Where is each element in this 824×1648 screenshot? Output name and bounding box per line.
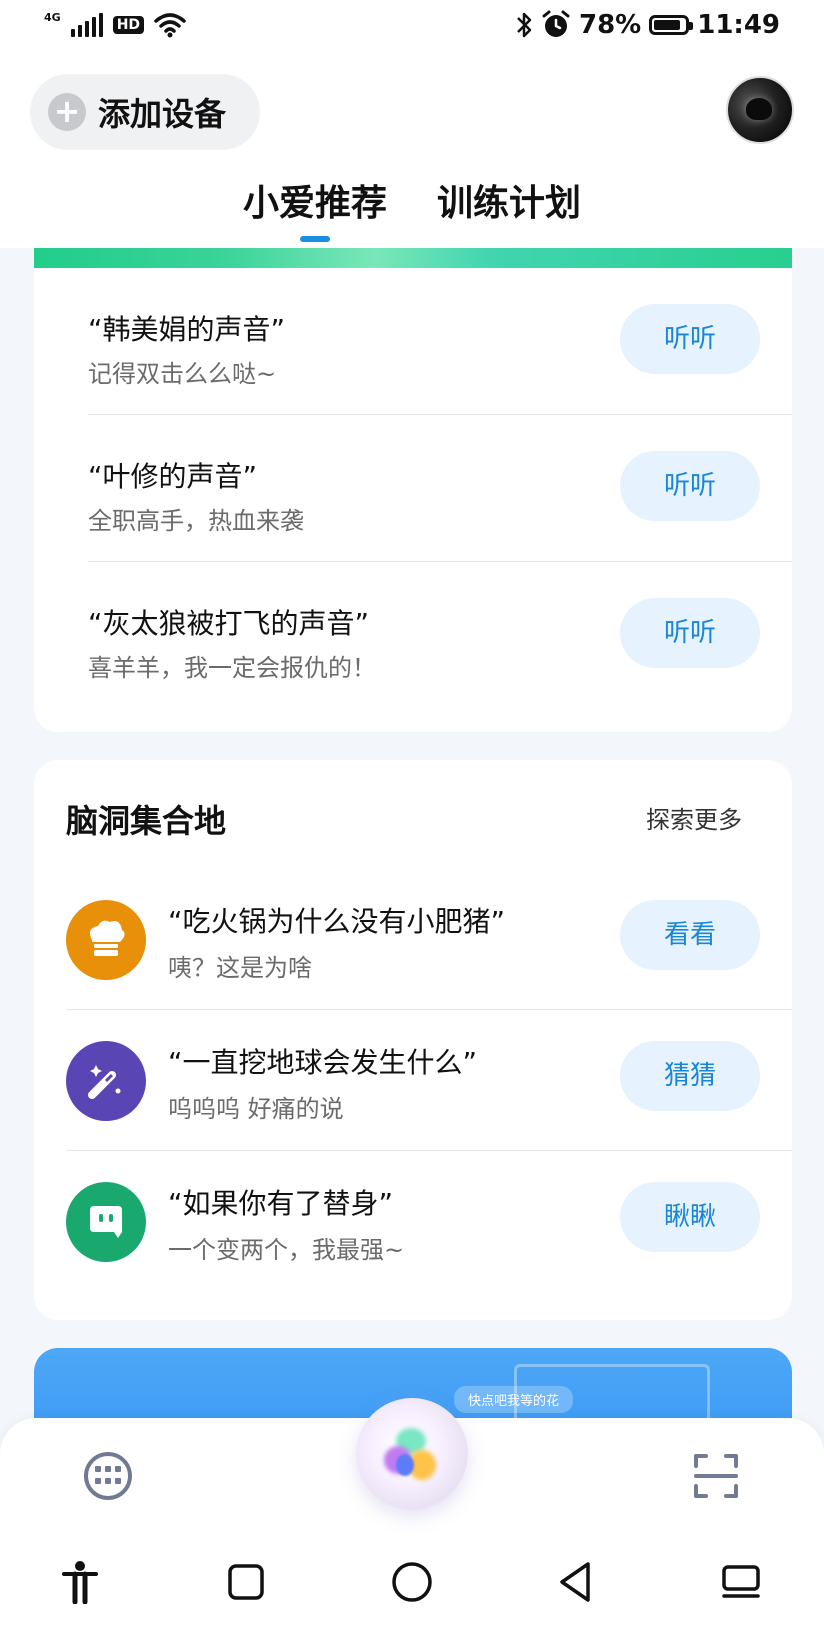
voice-subtitle: 记得双击么么哒~ <box>88 360 277 388</box>
status-bar: 4G HD 78% 11:49 <box>0 0 824 56</box>
scan-icon[interactable] <box>692 1452 740 1500</box>
magic-wand-icon <box>66 1041 146 1121</box>
keypad-icon[interactable] <box>84 1452 132 1500</box>
xiaoai-voice-button[interactable] <box>356 1398 468 1510</box>
wifi-icon <box>154 13 186 38</box>
section-title: 脑洞集合地 <box>66 802 227 840</box>
battery-percent: 78% <box>579 10 642 40</box>
home-icon[interactable] <box>390 1560 434 1604</box>
voice-title: “叶修的声音” <box>88 460 258 493</box>
item-title: “吃火锅为什么没有小肥猪” <box>168 905 506 938</box>
voice-subtitle: 喜羊羊，我一定会报仇的！ <box>88 654 376 682</box>
item-subtitle: 一个变两个，我最强~ <box>168 1236 405 1264</box>
chef-hat-icon <box>66 900 146 980</box>
voice-subtitle: 全职高手，热血来袭 <box>88 507 304 535</box>
tab-training-plan[interactable]: 训练计划 <box>437 174 581 242</box>
list-item: “一直挖地球会发生什么” 呜呜呜 好痛的说 猜猜 <box>34 1003 792 1151</box>
listen-button[interactable]: 听听 <box>620 598 760 668</box>
network-type: 4G <box>44 10 61 24</box>
signal-icon <box>70 13 103 37</box>
hd-badge: HD <box>112 16 145 34</box>
alarm-icon <box>542 10 570 37</box>
explore-more-link[interactable]: 探索更多 <box>646 800 742 835</box>
add-device-label: 添加设备 <box>98 95 227 133</box>
plus-icon: + <box>48 93 86 131</box>
list-item: “吃火锅为什么没有小肥猪” 咦？这是为啥 看看 <box>34 862 792 1010</box>
square-nav-icon[interactable] <box>226 1562 266 1602</box>
list-item: “灰太狼被打飞的声音” 喜羊羊，我一定会报仇的！ 听听 <box>34 562 792 709</box>
list-item: “如果你有了替身” 一个变两个，我最强~ 瞅瞅 <box>34 1144 792 1292</box>
tab-recommend[interactable]: 小爱推荐 <box>243 174 387 242</box>
item-subtitle: 呜呜呜 好痛的说 <box>168 1095 344 1123</box>
chat-bubble-icon <box>66 1182 146 1262</box>
battery-icon <box>649 15 694 35</box>
listen-button[interactable]: 听听 <box>620 451 760 521</box>
voice-title: “韩美娟的声音” <box>88 313 286 346</box>
brainstorm-card: 脑洞集合地 探索更多 “吃火锅为什么没有小肥猪” 咦？这是为啥 看看 “一直挖地… <box>34 760 792 1320</box>
clock: 11:49 <box>697 10 780 40</box>
avatar[interactable] <box>726 76 794 144</box>
add-device-button[interactable]: + 添加设备 <box>30 74 260 150</box>
guess-button[interactable]: 猜猜 <box>620 1041 760 1111</box>
bluetooth-icon <box>517 12 532 38</box>
recents-icon[interactable] <box>720 1564 762 1600</box>
system-nav-bar <box>0 1538 824 1648</box>
back-icon[interactable] <box>556 1560 596 1604</box>
voice-card: “韩美娟的声音” 记得双击么么哒~ 听听 “叶修的声音” 全职高手，热血来袭 听… <box>34 248 792 732</box>
listen-button[interactable]: 听听 <box>620 304 760 374</box>
list-item: “韩美娟的声音” 记得双击么么哒~ 听听 <box>34 268 792 415</box>
item-title: “如果你有了替身” <box>168 1187 394 1220</box>
item-title: “一直挖地球会发生什么” <box>168 1046 478 1079</box>
green-banner-edge[interactable] <box>34 248 792 268</box>
look-button[interactable]: 看看 <box>620 900 760 970</box>
tab-bar: 小爱推荐 训练计划 <box>0 174 824 242</box>
peek-button[interactable]: 瞅瞅 <box>620 1182 760 1252</box>
banner-chip: 快点吧我等的花 <box>454 1386 574 1413</box>
item-subtitle: 咦？这是为啥 <box>168 954 312 982</box>
list-item: “叶修的声音” 全职高手，热血来袭 听听 <box>34 415 792 562</box>
header: + 添加设备 小爱推荐 训练计划 <box>0 56 824 248</box>
voice-title: “灰太狼被打飞的声音” <box>88 607 370 640</box>
accessibility-icon[interactable] <box>62 1560 98 1604</box>
